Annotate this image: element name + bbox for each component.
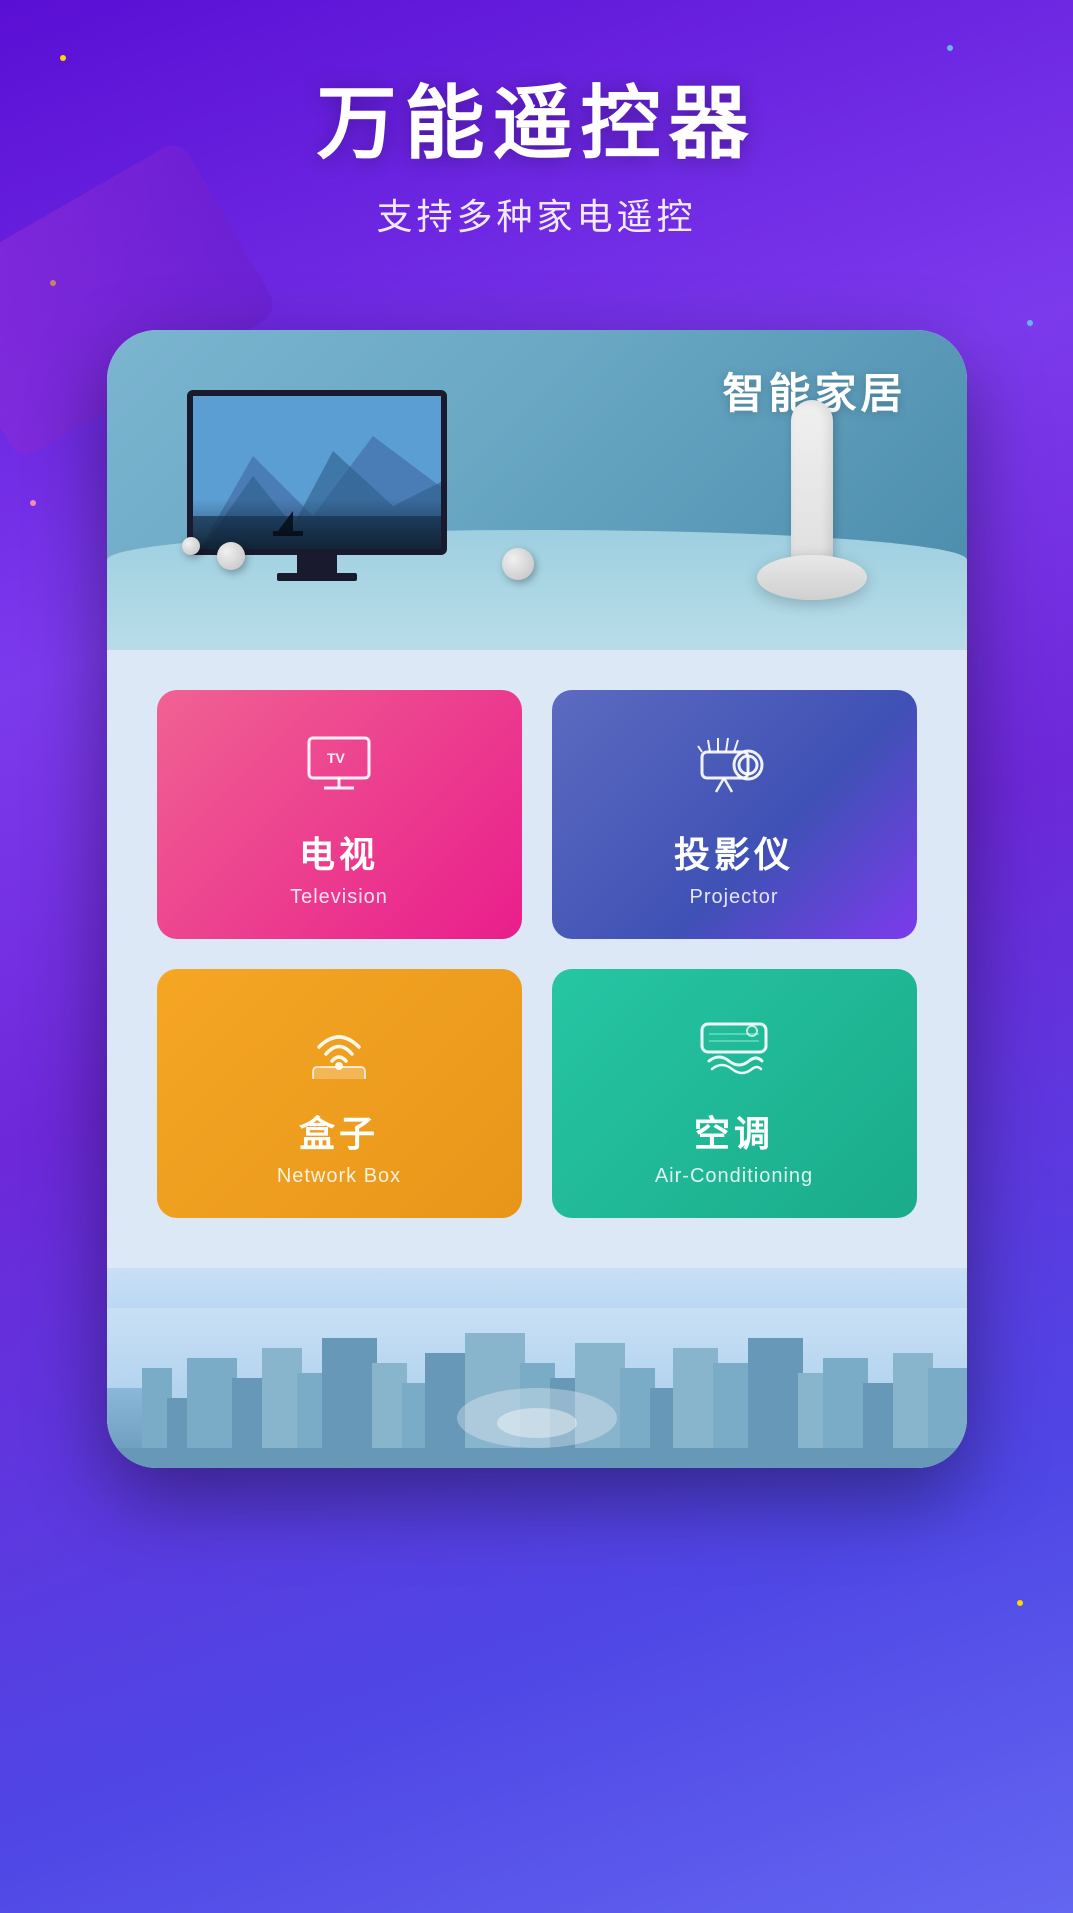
tv-base	[277, 573, 357, 581]
city-skyline	[107, 1268, 967, 1468]
tv-name-zh: 电视	[299, 826, 379, 878]
star-dot	[1027, 320, 1033, 326]
fan-illustration	[757, 400, 867, 600]
fan-base	[757, 555, 867, 600]
projector-name-zh: 投影仪	[674, 826, 794, 878]
device-grid: TV 电视 Television	[107, 650, 967, 1268]
device-card-air-conditioning[interactable]: 空调 Air-Conditioning	[552, 969, 917, 1218]
projector-name-en: Projector	[689, 886, 778, 909]
network-box-icon	[299, 1009, 379, 1089]
device-card-television[interactable]: TV 电视 Television	[157, 690, 522, 939]
ac-name-en: Air-Conditioning	[655, 1165, 813, 1188]
tv-icon: TV	[299, 730, 379, 810]
decor-sphere	[502, 548, 534, 580]
star-dot	[1017, 1600, 1023, 1606]
projector-icon	[694, 730, 774, 810]
ac-icon	[694, 1009, 774, 1089]
phone-mockup: 智能家居	[107, 330, 967, 1468]
decor-sphere	[182, 537, 200, 555]
header-section: 万能遥控器 支持多种家电遥控	[0, 0, 1073, 270]
ac-name-zh: 空调	[694, 1105, 774, 1157]
city-skyline-inner	[107, 1308, 967, 1468]
device-card-network-box[interactable]: 盒子 Network Box	[157, 969, 522, 1218]
network-box-name-en: Network Box	[277, 1165, 401, 1188]
network-box-name-zh: 盒子	[299, 1105, 379, 1157]
decor-sphere	[217, 542, 245, 570]
star-dot	[30, 500, 36, 506]
tv-screen	[187, 390, 447, 555]
tv-stand	[297, 555, 337, 573]
app-title: 万能遥控器	[0, 80, 1073, 168]
tv-name-en: Television	[290, 886, 388, 909]
smart-home-banner: 智能家居	[107, 330, 967, 650]
app-subtitle: 支持多种家电遥控	[0, 188, 1073, 240]
star-dot	[50, 280, 56, 286]
fan-body	[791, 400, 833, 560]
device-card-projector[interactable]: 投影仪 Projector	[552, 690, 917, 939]
svg-text:TV: TV	[327, 750, 346, 766]
